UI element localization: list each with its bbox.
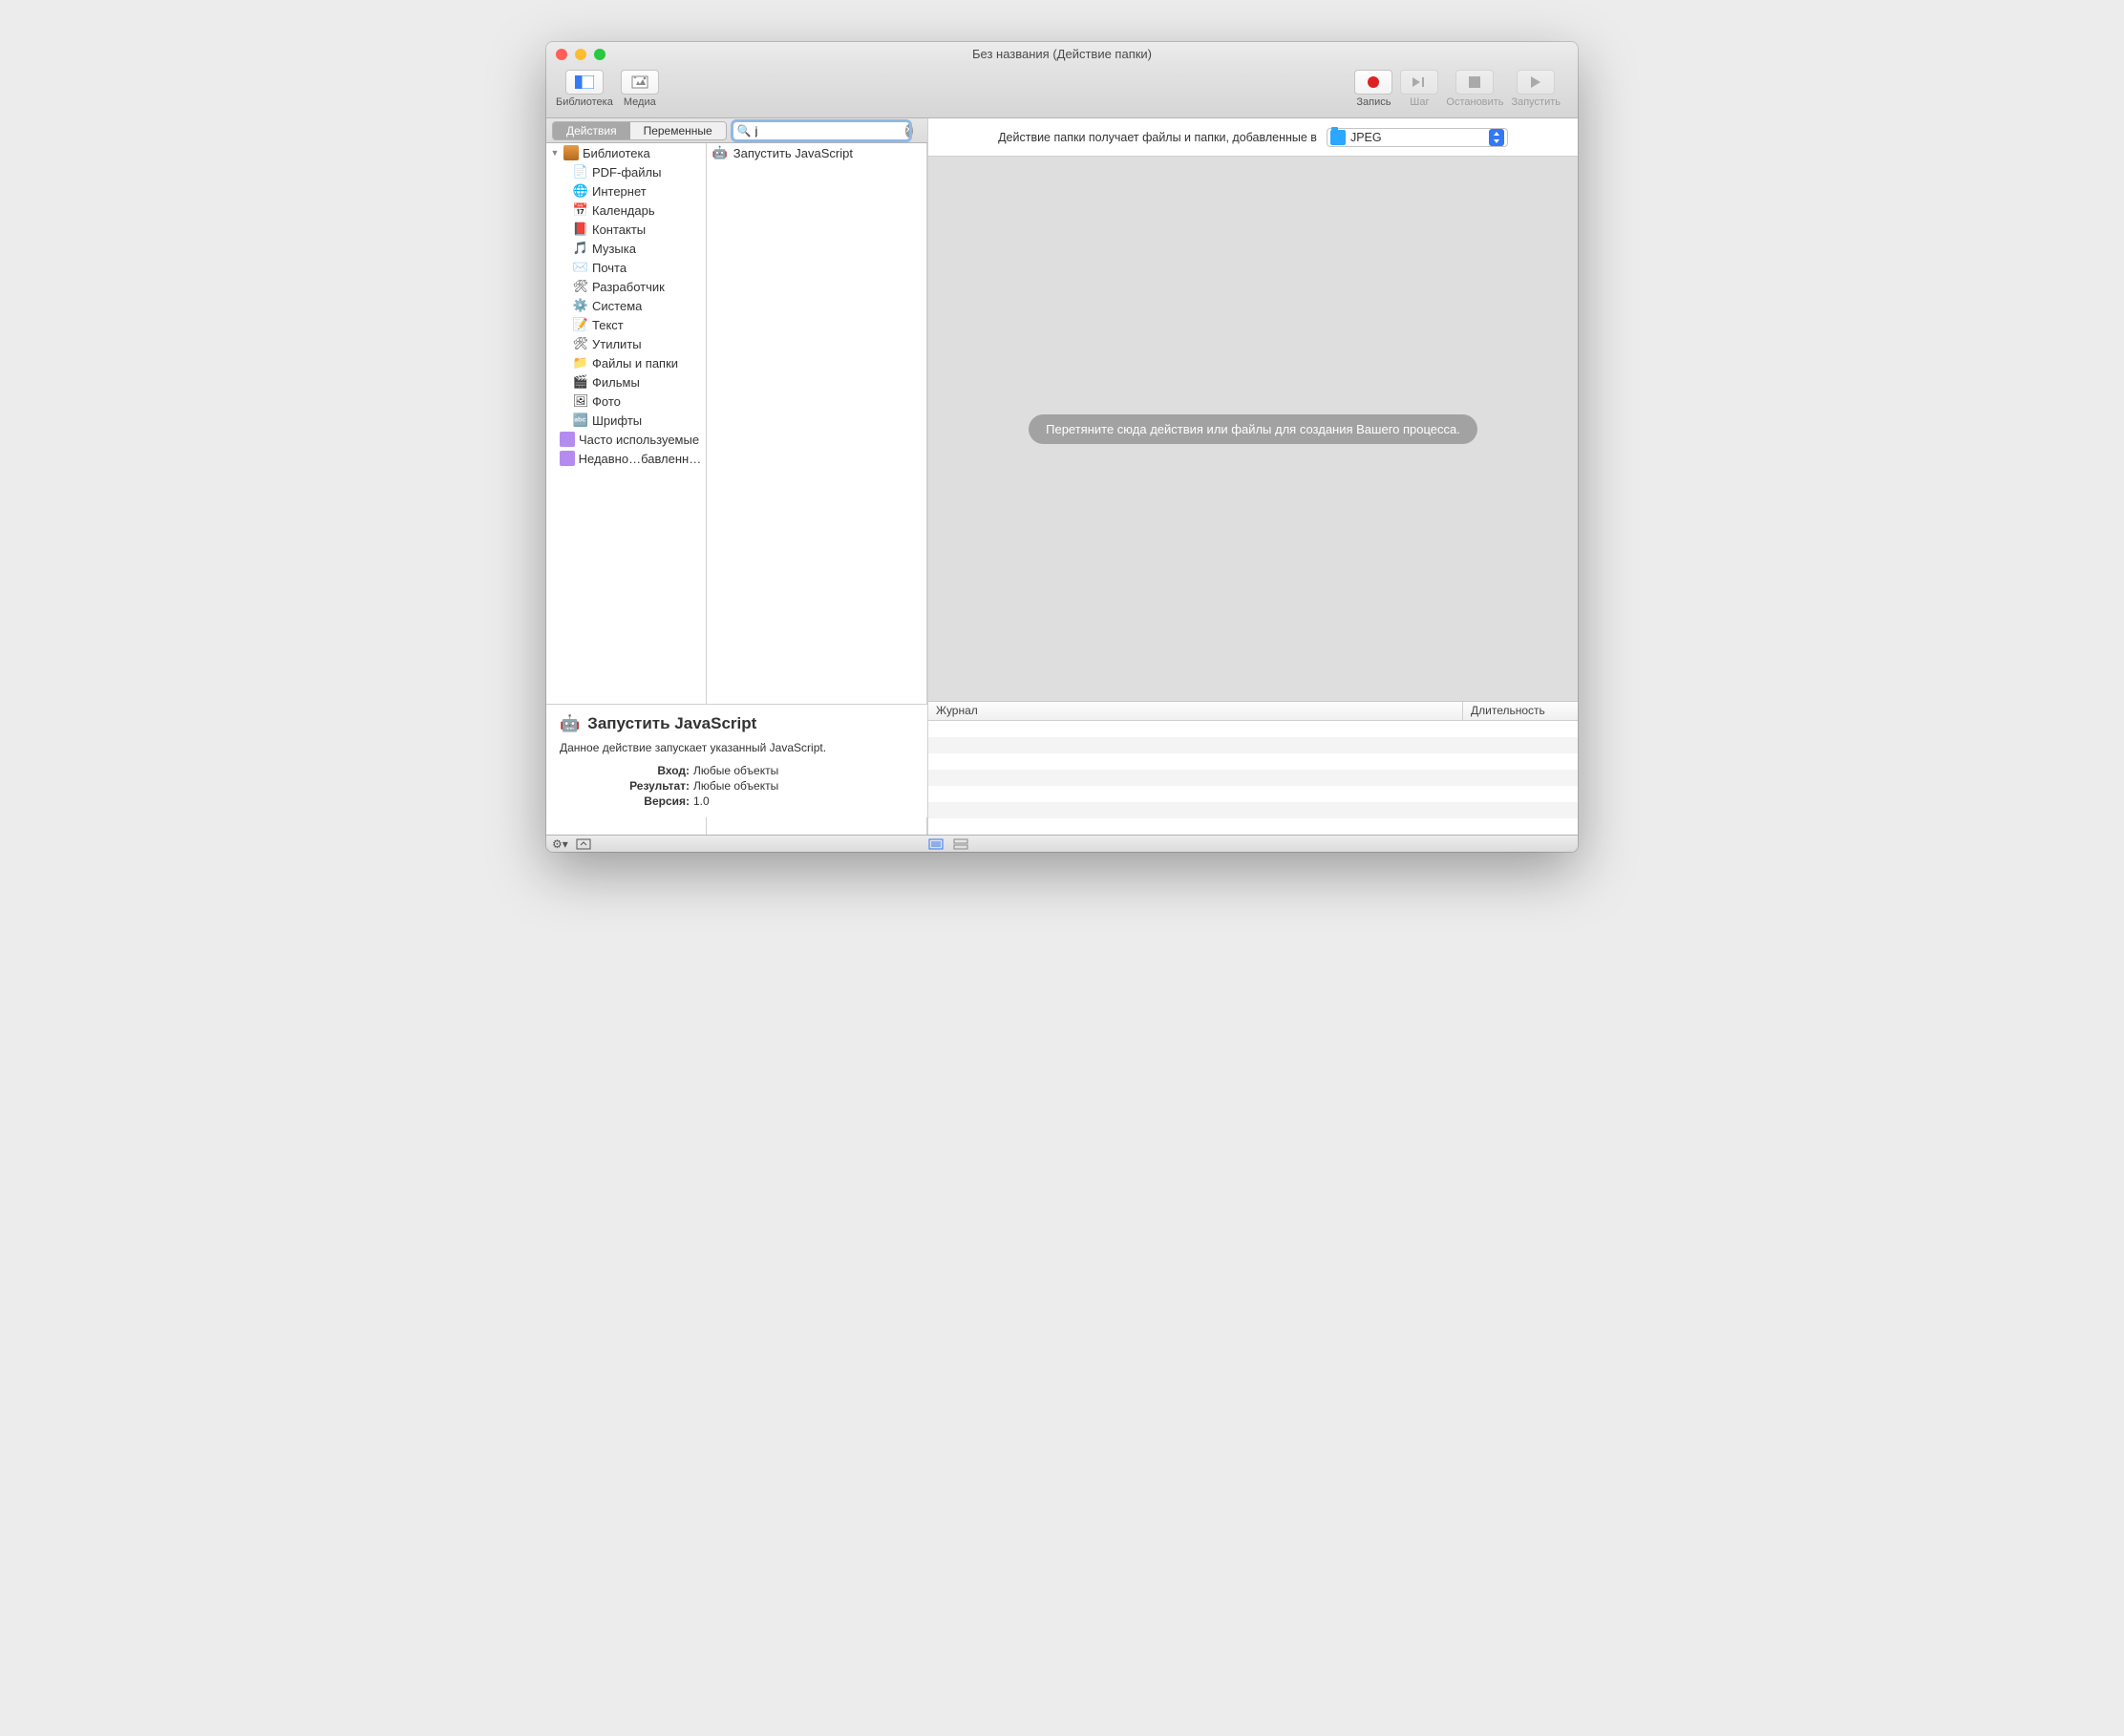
view-list-button[interactable] <box>928 838 944 850</box>
stop-button[interactable]: Остановить <box>1446 70 1503 108</box>
photo-icon: 🖼 <box>573 393 588 409</box>
mail-icon: ✉️ <box>573 260 588 275</box>
log-col-journal[interactable]: Журнал <box>928 702 1463 720</box>
actions-variables-segment: Действия Переменные <box>552 121 727 140</box>
workflow-panel: Действие папки получает файлы и папки, д… <box>928 118 1578 835</box>
window-title: Без названия (Действие папки) <box>546 47 1578 61</box>
automator-action-icon: 🤖 <box>712 145 728 160</box>
info-description: Данное действие запускает указанный Java… <box>560 741 914 754</box>
tab-actions[interactable]: Действия <box>553 122 630 139</box>
minimize-button[interactable] <box>575 49 586 60</box>
tab-variables[interactable]: Переменные <box>630 122 726 139</box>
info-result-value: Любые объекты <box>693 779 778 793</box>
info-version-label: Версия: <box>560 794 693 808</box>
zoom-button[interactable] <box>594 49 605 60</box>
text-icon: 📝 <box>573 317 588 332</box>
run-button[interactable]: Запустить <box>1511 70 1561 108</box>
sidebar-item-developer[interactable]: 🛠Разработчик <box>546 277 706 296</box>
developer-icon: 🛠 <box>573 279 588 294</box>
clear-search-button[interactable]: ✕ <box>905 124 913 138</box>
sidebar-item-mail[interactable]: ✉️Почта <box>546 258 706 277</box>
stop-icon <box>1455 70 1494 95</box>
contacts-icon: 📕 <box>573 222 588 237</box>
log-rows[interactable] <box>928 721 1578 835</box>
action-run-javascript[interactable]: 🤖 Запустить JavaScript <box>707 143 926 162</box>
sidebar-item-system[interactable]: ⚙️Система <box>546 296 706 315</box>
fonts-icon: 🔤 <box>573 413 588 428</box>
titlebar[interactable]: Без названия (Действие папки) <box>546 42 1578 66</box>
library-icon <box>565 70 604 95</box>
sidebar-item-movies[interactable]: 🎬Фильмы <box>546 372 706 392</box>
info-input-value: Любые объекты <box>693 764 778 777</box>
action-info-panel: 🤖 Запустить JavaScript Данное действие за… <box>546 704 928 817</box>
dropdown-arrows-icon <box>1489 129 1504 146</box>
step-button[interactable]: Шаг <box>1400 70 1438 108</box>
record-button[interactable]: Запись <box>1354 70 1392 108</box>
search-field[interactable]: 🔍 ✕ <box>733 121 910 140</box>
automator-window: Без названия (Действие папки) Библиотека… <box>546 42 1578 852</box>
pdf-icon: 📄 <box>573 164 588 180</box>
library-sub-toolbar: Действия Переменные 🔍 ✕ <box>546 118 927 143</box>
smart-folder-icon <box>560 432 575 447</box>
toolbar: Библиотека Медиа Запись Шаг Остановить З… <box>546 66 1578 118</box>
globe-icon: 🌐 <box>573 183 588 199</box>
sidebar-item-internet[interactable]: 🌐Интернет <box>546 181 706 201</box>
files-icon: 📁 <box>573 355 588 370</box>
sidebar-item-photo[interactable]: 🖼Фото <box>546 392 706 411</box>
folder-select[interactable]: JPEG <box>1327 128 1508 147</box>
sidebar-item-pdf[interactable]: 📄PDF-файлы <box>546 162 706 181</box>
info-version-value: 1.0 <box>693 794 710 808</box>
log-col-duration[interactable]: Длительность <box>1463 702 1578 720</box>
sidebar-item-utilities[interactable]: 🛠Утилиты <box>546 334 706 353</box>
log-panel: Журнал Длительность <box>928 701 1578 835</box>
play-icon <box>1517 70 1555 95</box>
folder-selected-label: JPEG <box>1350 131 1489 144</box>
media-button[interactable]: Медиа <box>621 70 659 108</box>
gear-menu-button[interactable]: ⚙︎▾ <box>552 837 568 851</box>
library-toggle-button[interactable]: Библиотека <box>556 70 613 108</box>
close-button[interactable] <box>556 49 567 60</box>
sidebar-item-calendar[interactable]: 📅Календарь <box>546 201 706 220</box>
workflow-canvas[interactable]: Перетяните сюда действия или файлы для с… <box>928 157 1578 701</box>
disclosure-triangle[interactable]: ▼ <box>550 148 560 158</box>
sidebar-item-fonts[interactable]: 🔤Шрифты <box>546 411 706 430</box>
sidebar-item-contacts[interactable]: 📕Контакты <box>546 220 706 239</box>
canvas-hint: Перетяните сюда действия или файлы для с… <box>1029 414 1477 444</box>
sidebar-smart-frequent[interactable]: Часто используемые <box>546 430 706 449</box>
sidebar-item-text[interactable]: 📝Текст <box>546 315 706 334</box>
sidebar-item-files[interactable]: 📁Файлы и папки <box>546 353 706 372</box>
view-flow-button[interactable] <box>953 838 968 850</box>
traffic-lights <box>556 49 605 60</box>
folder-icon <box>1330 130 1346 145</box>
header-text: Действие папки получает файлы и папки, д… <box>998 131 1317 144</box>
action-label: Запустить JavaScript <box>733 146 853 160</box>
info-result-label: Результат: <box>560 779 693 793</box>
automator-icon: 🤖 <box>560 714 580 733</box>
search-icon: 🔍 <box>737 124 752 138</box>
info-input-label: Вход: <box>560 764 693 777</box>
folder-action-header: Действие папки получает файлы и папки, д… <box>928 118 1578 157</box>
gear-icon: ⚙️ <box>573 298 588 313</box>
smart-folder-icon <box>560 451 575 466</box>
media-icon <box>621 70 659 95</box>
sidebar-item-music[interactable]: 🎵Музыка <box>546 239 706 258</box>
info-title: Запустить JavaScript <box>587 714 756 733</box>
library-folder-icon <box>563 145 579 160</box>
movies-icon: 🎬 <box>573 374 588 390</box>
step-icon <box>1400 70 1438 95</box>
calendar-icon: 📅 <box>573 202 588 218</box>
music-icon: 🎵 <box>573 241 588 256</box>
sidebar-smart-recent[interactable]: Недавно…бавленные <box>546 449 706 468</box>
collapse-info-button[interactable] <box>576 838 591 850</box>
status-bar: ⚙︎▾ <box>546 835 1578 852</box>
sidebar-root-library[interactable]: ▼ Библиотека <box>546 143 706 162</box>
search-input[interactable] <box>754 124 905 138</box>
utilities-icon: 🛠 <box>573 336 588 351</box>
